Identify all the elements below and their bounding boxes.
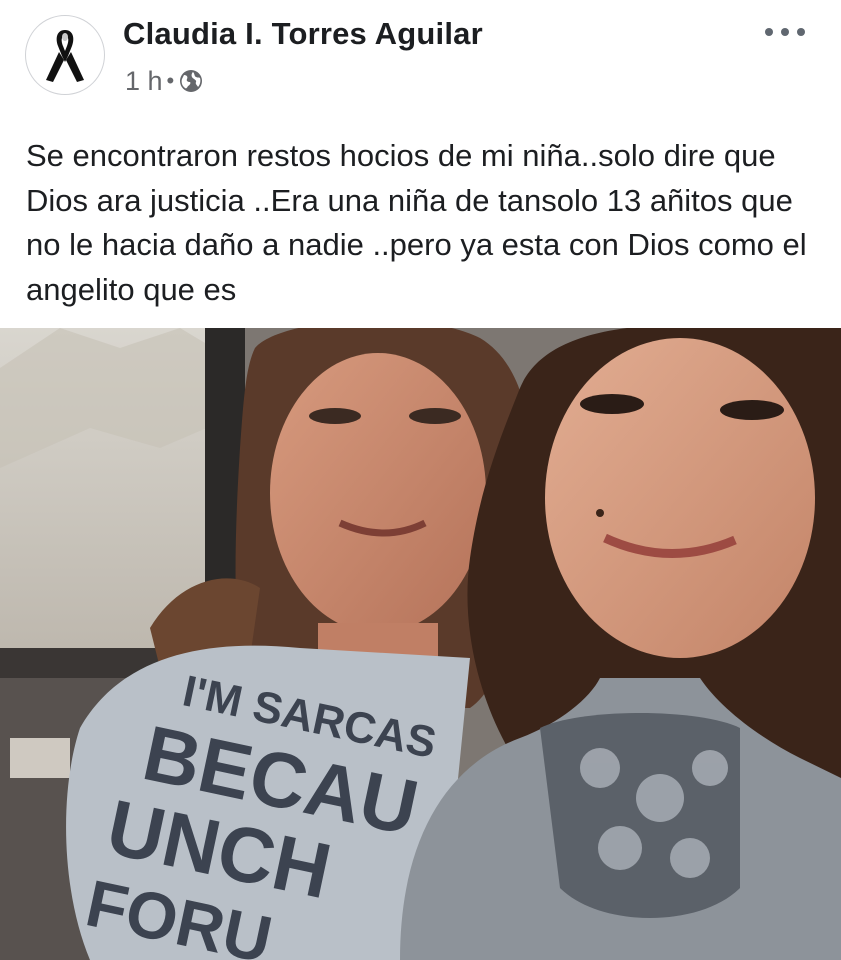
post-message: Se encontraron restos hocios de mi niña.… (26, 138, 807, 307)
post-meta: 1 h • (125, 64, 203, 98)
globe-icon[interactable] (179, 69, 203, 93)
meta-separator: • (166, 68, 175, 93)
more-options-button[interactable] (765, 18, 805, 46)
post-timestamp[interactable]: 1 h (125, 66, 163, 97)
more-options-dot (781, 28, 789, 36)
post-photo[interactable]: I'M SARCAS BECAU UNCH FORU (0, 328, 841, 960)
selfie-illustration: I'M SARCAS BECAU UNCH FORU (0, 328, 841, 960)
author-name[interactable]: Claudia I. Torres Aguilar (123, 16, 483, 52)
more-options-dot (797, 28, 805, 36)
post-header: Claudia I. Torres Aguilar 1 h • (0, 0, 841, 110)
more-options-icon (765, 28, 773, 36)
black-ribbon-icon (27, 17, 103, 93)
author-avatar[interactable] (25, 15, 105, 95)
